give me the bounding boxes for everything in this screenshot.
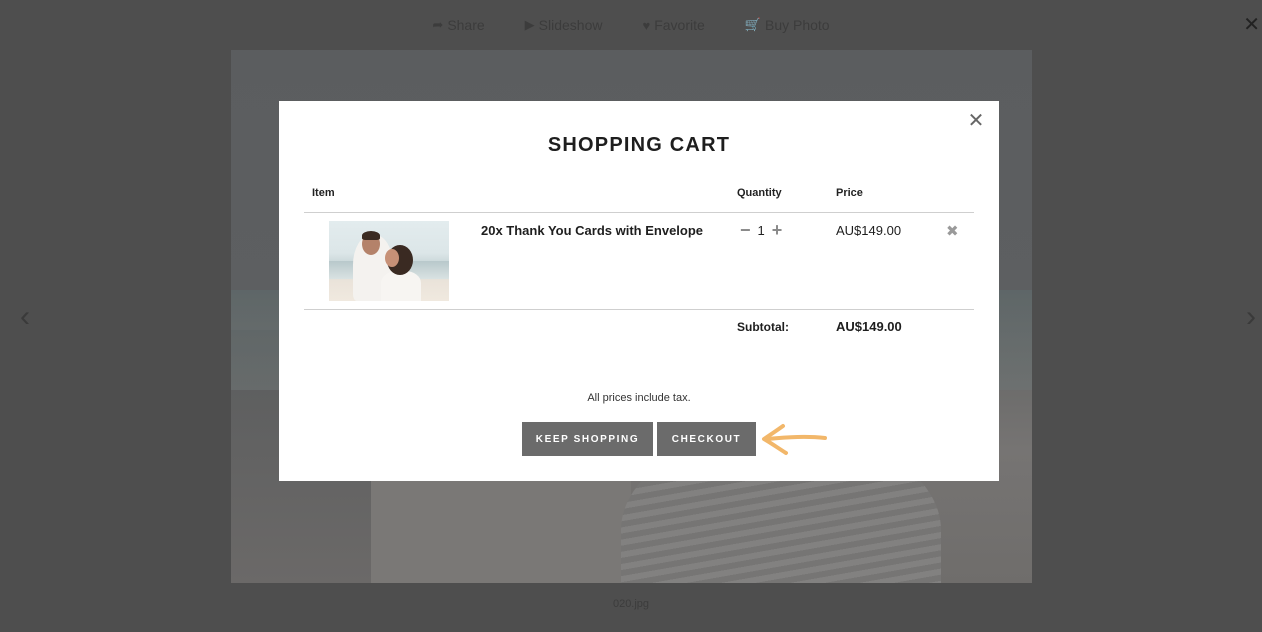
subtotal-divider	[304, 309, 974, 310]
quantity-stepper: − 1 +	[740, 221, 782, 239]
quantity-column-header: Quantity	[737, 187, 782, 199]
lightbox-toolbar: ➦ Share ▶ Slideshow ♥ Favorite 🛒 Buy Pho…	[0, 14, 1262, 36]
favorite-label: Favorite	[654, 17, 705, 33]
previous-photo-arrow[interactable]: ‹	[20, 302, 30, 332]
cart-title: SHOPPING CART	[547, 134, 731, 156]
product-thumbnail	[329, 221, 449, 301]
shopping-cart-modal: ✕ SHOPPING CART Item Quantity Price 20x …	[279, 101, 999, 481]
checkout-button[interactable]: CHECKOUT	[657, 422, 756, 456]
header-divider	[304, 212, 974, 213]
share-icon: ➦	[432, 17, 444, 32]
remove-icon[interactable]: ✖	[946, 222, 959, 240]
share-link[interactable]: ➦ Share	[432, 14, 484, 36]
photo-filename: 020.jpg	[612, 598, 650, 610]
minus-icon[interactable]: −	[740, 221, 751, 239]
play-icon: ▶	[524, 17, 535, 32]
close-icon[interactable]: ✕	[966, 111, 986, 131]
buy-photo-link[interactable]: 🛒 Buy Photo	[745, 14, 830, 36]
quantity-value: 1	[757, 222, 765, 238]
tax-note: All prices include tax.	[587, 392, 691, 404]
next-photo-arrow[interactable]: ›	[1246, 302, 1256, 332]
favorite-link[interactable]: ♥ Favorite	[643, 14, 705, 36]
share-label: Share	[447, 17, 485, 33]
subtotal-label: Subtotal:	[737, 320, 789, 334]
slideshow-label: Slideshow	[538, 17, 603, 33]
plus-icon[interactable]: +	[772, 221, 783, 239]
price-column-header: Price	[836, 187, 863, 199]
cart-icon: 🛒	[744, 17, 761, 32]
slideshow-link[interactable]: ▶ Slideshow	[525, 14, 603, 36]
buy-photo-label: Buy Photo	[764, 17, 830, 33]
subtotal-value: AU$149.00	[836, 319, 902, 334]
item-name: 20x Thank You Cards with Envelope	[481, 223, 704, 238]
item-price: AU$149.00	[836, 223, 902, 238]
arrow-annotation-icon	[762, 424, 827, 455]
item-column-header: Item	[312, 187, 335, 199]
heart-icon: ♥	[642, 17, 651, 33]
lightbox-close-icon[interactable]: ✕	[1243, 12, 1260, 37]
keep-shopping-button[interactable]: KEEP SHOPPING	[522, 422, 653, 456]
